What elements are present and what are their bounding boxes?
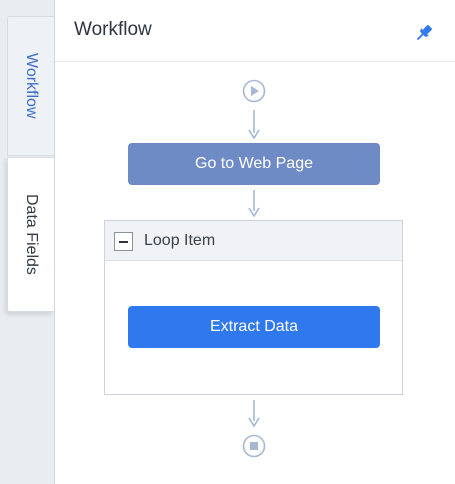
end-node[interactable] xyxy=(242,434,266,458)
step-extract-data[interactable]: Extract Data xyxy=(128,306,380,348)
stop-circle-icon xyxy=(250,442,258,450)
connector-arrow xyxy=(248,400,260,428)
connector-arrow xyxy=(248,110,260,140)
collapse-minus-icon[interactable] xyxy=(114,232,133,251)
loop-item-header: Loop Item xyxy=(105,221,402,261)
loop-item-label: Loop Item xyxy=(144,232,216,249)
start-node[interactable] xyxy=(242,79,266,103)
step-go-to-web-page[interactable]: Go to Web Page xyxy=(128,143,380,185)
connector-arrow xyxy=(248,190,260,218)
